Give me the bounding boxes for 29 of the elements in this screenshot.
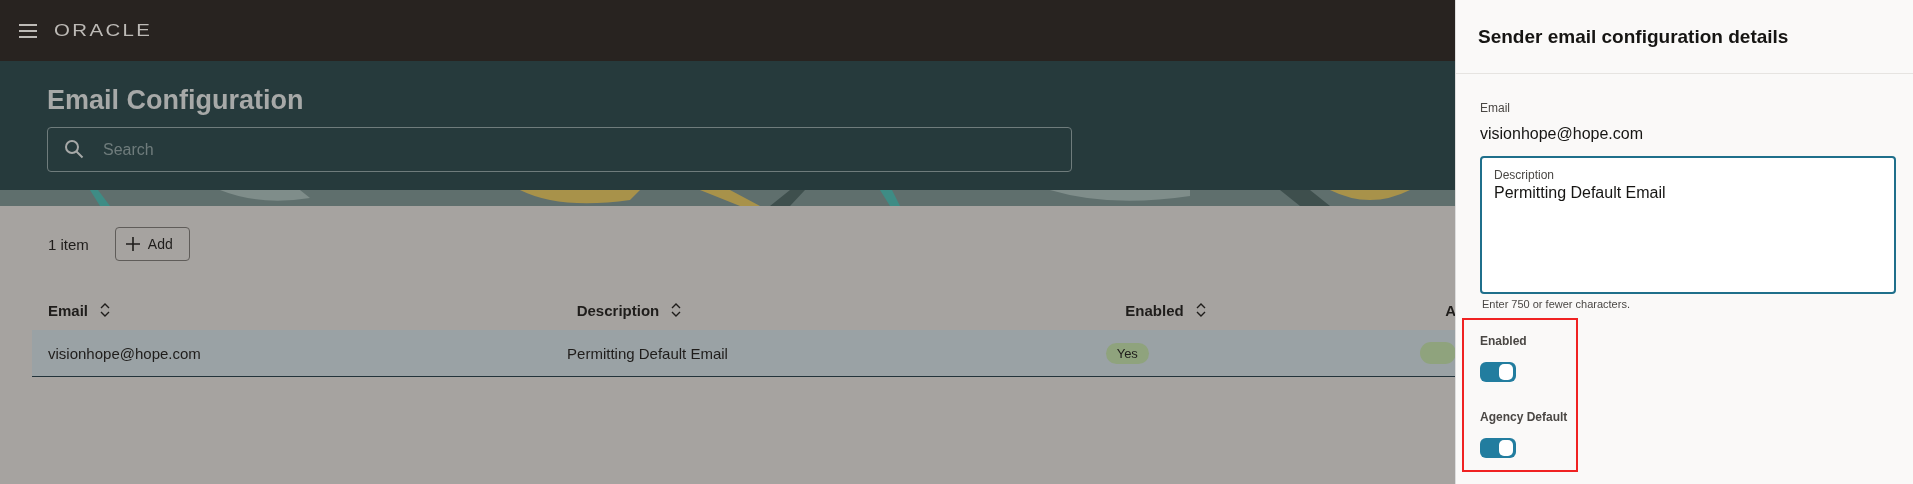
column-header[interactable]: Email	[48, 301, 89, 319]
description-field[interactable]: Description Permitting Default Email	[1480, 156, 1896, 294]
helper-text: Enter 750 or fewer characters.	[1482, 298, 1630, 310]
plus-icon	[125, 237, 140, 251]
page-title: Email Configuration	[47, 84, 304, 117]
table-cell: visionhope@hope.com	[48, 344, 201, 362]
menu-icon[interactable]	[18, 22, 38, 39]
toggle-label: Enabled	[1480, 334, 1527, 348]
column-header[interactable]: Description	[576, 301, 660, 319]
toggle-switch[interactable]	[1480, 362, 1516, 382]
table-row[interactable]: visionhope@hope.com Permitting Default Email Yes	[32, 330, 1456, 377]
column-header[interactable]: Enabled	[1125, 301, 1184, 319]
add-button[interactable]: Add	[114, 227, 190, 261]
table-cell: Permitting Default Email	[567, 344, 728, 362]
field-label: Email	[1480, 101, 1510, 115]
search-icon	[64, 139, 84, 159]
panel-title: Sender email configuration details	[1478, 25, 1789, 48]
column-header[interactable]: A	[1445, 301, 1456, 319]
status-badge	[1420, 342, 1456, 364]
email-value: visionhope@hope.com	[1480, 125, 1643, 143]
sort-icon[interactable]	[100, 303, 111, 317]
item-count: 1 item	[48, 235, 89, 253]
status-badge: Yes	[1105, 342, 1149, 364]
oracle-logo: ORACLE	[54, 20, 153, 41]
toggle-label: Agency Default	[1480, 410, 1568, 424]
sort-icon[interactable]	[671, 303, 682, 317]
sort-icon[interactable]	[1195, 303, 1206, 317]
toggle-switch[interactable]	[1480, 438, 1516, 458]
search-field[interactable]: Search	[47, 127, 1072, 172]
